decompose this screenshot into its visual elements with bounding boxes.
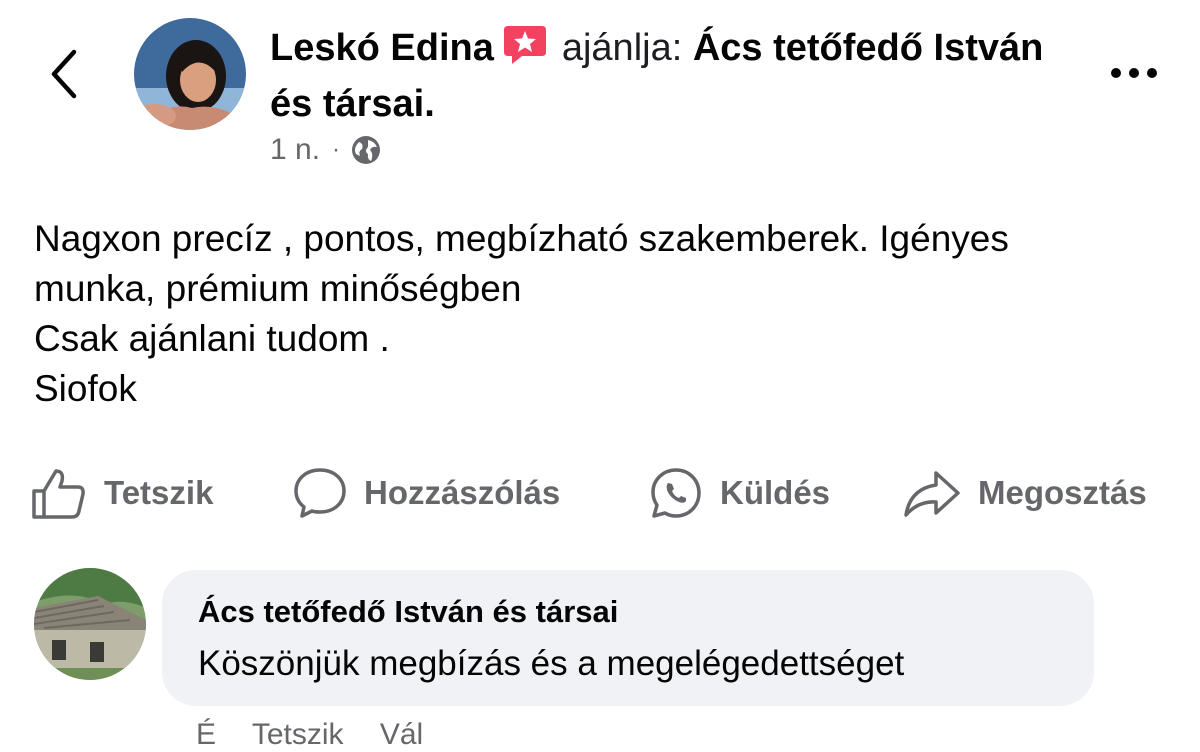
comment-text: Köszönjük megbízás és a megelégedettsége… xyxy=(198,644,905,683)
comment-like-link[interactable]: Tetszik xyxy=(252,718,344,751)
post-line: Siofok xyxy=(34,368,137,409)
recommend-badge-icon xyxy=(502,24,548,66)
send-button[interactable]: Küldés xyxy=(648,462,830,524)
avatar-photo xyxy=(134,18,246,130)
chevron-left-icon xyxy=(51,49,77,99)
comment-author[interactable]: Ács tetőfedő István és társai xyxy=(198,594,618,630)
post-line: Csak ajánlani tudom . xyxy=(34,318,390,359)
post-line: munka, prémium minőségben xyxy=(34,268,522,309)
house-photo xyxy=(34,568,146,680)
like-label: Tetszik xyxy=(104,474,214,511)
post-line: Nagxon precíz , pontos, megbízható szake… xyxy=(34,218,1009,259)
author-name[interactable]: Leskó Edina xyxy=(270,27,494,69)
comment-reply-link[interactable]: Vál xyxy=(380,718,423,751)
post-header: Leskó Edina ajánlja: Ács tetőfedő István… xyxy=(270,20,1070,132)
action-bar: Tetszik Hozzászólás Küldés Megosztás xyxy=(30,462,1180,524)
meta-separator: · xyxy=(332,136,341,163)
comment-button[interactable]: Hozzászólás xyxy=(292,462,560,524)
comment-label: Hozzászólás xyxy=(364,474,561,511)
comment-bubble-icon xyxy=(294,468,346,518)
share-button[interactable]: Megosztás xyxy=(902,462,1147,524)
commenter-avatar[interactable] xyxy=(34,568,146,680)
send-label: Küldés xyxy=(720,474,831,511)
comment-time[interactable]: É xyxy=(196,718,216,751)
thumbs-up-icon xyxy=(32,469,85,519)
whatsapp-icon xyxy=(651,468,701,518)
post-body: Nagxon precíz , pontos, megbízható szake… xyxy=(34,214,1184,414)
post-time[interactable]: 1 n. xyxy=(270,133,320,167)
like-button[interactable]: Tetszik xyxy=(30,462,213,524)
recommends-text: ajánlja: xyxy=(561,27,683,69)
author-avatar[interactable] xyxy=(134,18,246,130)
share-label: Megosztás xyxy=(978,474,1147,511)
more-options-button[interactable] xyxy=(1106,58,1162,88)
globe-icon xyxy=(352,136,381,164)
comment-footer: É Tetszik Vál xyxy=(196,718,451,752)
share-arrow-icon xyxy=(904,471,960,517)
back-button[interactable] xyxy=(44,44,84,104)
post-meta: 1 n. · xyxy=(270,128,382,172)
more-dots-icon xyxy=(1111,68,1157,78)
comment-bubble: Ács tetőfedő István és társai Köszönjük … xyxy=(162,570,1094,706)
